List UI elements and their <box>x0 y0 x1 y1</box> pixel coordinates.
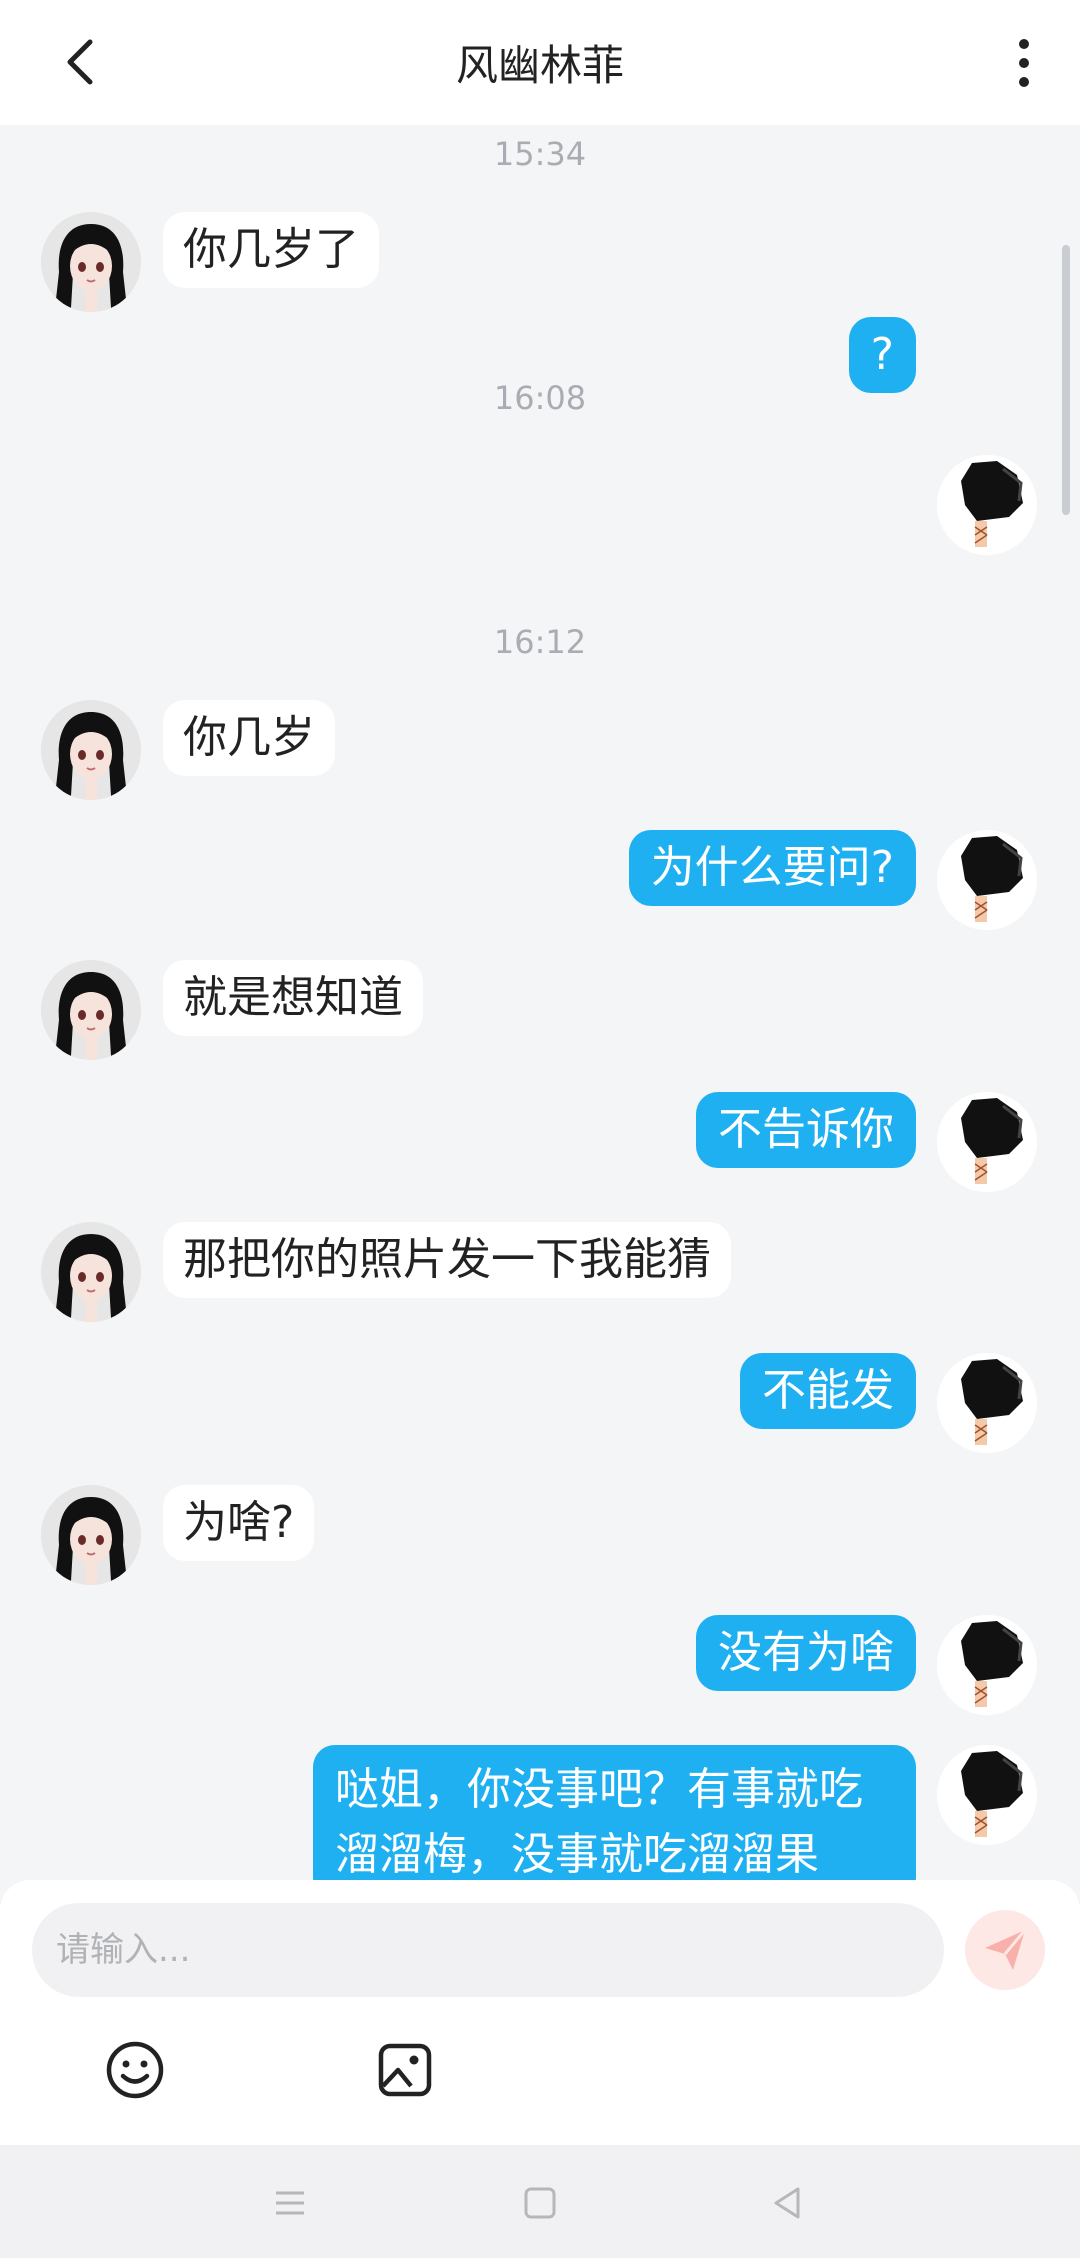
image-icon <box>378 2043 432 2097</box>
contact-avatar[interactable] <box>41 1222 141 1322</box>
page-title: 风幽林菲 <box>455 41 624 90</box>
outgoing-message[interactable]: 不能发 <box>740 1353 916 1429</box>
outgoing-message[interactable]: ? <box>848 317 916 393</box>
contact-avatar[interactable] <box>41 212 141 312</box>
more-options-button[interactable] <box>1010 30 1070 96</box>
send-button[interactable] <box>965 1910 1045 1990</box>
emoji-icon <box>106 2041 164 2099</box>
nav-menu-button[interactable] <box>262 2175 318 2231</box>
black-outfit-avatar-icon <box>937 1353 1037 1453</box>
incoming-message[interactable]: 就是想知道 <box>163 960 423 1036</box>
incoming-message[interactable]: 那把你的照片发一下我能猜 <box>163 1222 731 1298</box>
user-avatar[interactable] <box>937 1615 1037 1715</box>
triangle-back-icon <box>774 2187 800 2219</box>
emoji-button[interactable] <box>100 2035 170 2105</box>
black-outfit-avatar-icon <box>937 1615 1037 1715</box>
black-outfit-avatar-icon <box>937 1092 1037 1192</box>
timestamp: 16:08 <box>493 379 587 417</box>
chevron-left-icon <box>67 39 93 85</box>
incoming-message[interactable]: 你几岁了 <box>163 212 379 288</box>
anime-girl-avatar-icon <box>41 700 141 800</box>
anime-girl-avatar-icon <box>41 1485 141 1585</box>
system-navigation-bar <box>0 2145 1080 2258</box>
contact-avatar[interactable] <box>41 700 141 800</box>
back-button[interactable] <box>52 32 112 92</box>
message-input[interactable] <box>32 1903 944 1997</box>
image-button[interactable] <box>370 2035 440 2105</box>
vertical-dots-icon <box>1019 39 1029 87</box>
message-list[interactable]: 15:34 16:08 16:12 你几岁了 ? 你几岁 为什么要问? 就是想知… <box>0 125 1080 1880</box>
anime-girl-avatar-icon <box>41 960 141 1060</box>
outgoing-message[interactable]: 为什么要问? <box>628 830 916 906</box>
outgoing-message[interactable]: 不告诉你 <box>696 1092 916 1168</box>
square-home-icon <box>524 2187 556 2219</box>
contact-avatar[interactable] <box>41 960 141 1060</box>
outgoing-message[interactable]: 哒姐，你没事吧？有事就吃溜溜梅，没事就吃溜溜果 <box>313 1745 916 1880</box>
black-outfit-avatar-icon <box>937 455 1037 555</box>
user-avatar[interactable] <box>937 1745 1037 1845</box>
outgoing-message[interactable]: 没有为啥 <box>696 1615 916 1691</box>
contact-avatar[interactable] <box>41 1485 141 1585</box>
incoming-message[interactable]: 为啥? <box>163 1485 315 1561</box>
black-outfit-avatar-icon <box>937 830 1037 930</box>
nav-home-button[interactable] <box>512 2175 568 2231</box>
scrollbar[interactable] <box>1062 245 1070 515</box>
user-avatar[interactable] <box>937 1353 1037 1453</box>
user-avatar[interactable] <box>937 1092 1037 1192</box>
timestamp: 16:12 <box>493 623 587 661</box>
message-composer <box>0 1880 1080 2145</box>
nav-back-button[interactable] <box>760 2175 816 2231</box>
anime-girl-avatar-icon <box>41 212 141 312</box>
anime-girl-avatar-icon <box>41 1222 141 1322</box>
timestamp: 15:34 <box>493 135 587 173</box>
black-outfit-avatar-icon <box>937 1745 1037 1845</box>
user-avatar[interactable] <box>937 830 1037 930</box>
chat-header: 风幽林菲 <box>0 0 1080 125</box>
send-icon <box>985 1929 1027 1970</box>
incoming-message[interactable]: 你几岁 <box>163 700 335 776</box>
menu-icon <box>276 2191 304 2215</box>
user-avatar[interactable] <box>937 455 1037 555</box>
